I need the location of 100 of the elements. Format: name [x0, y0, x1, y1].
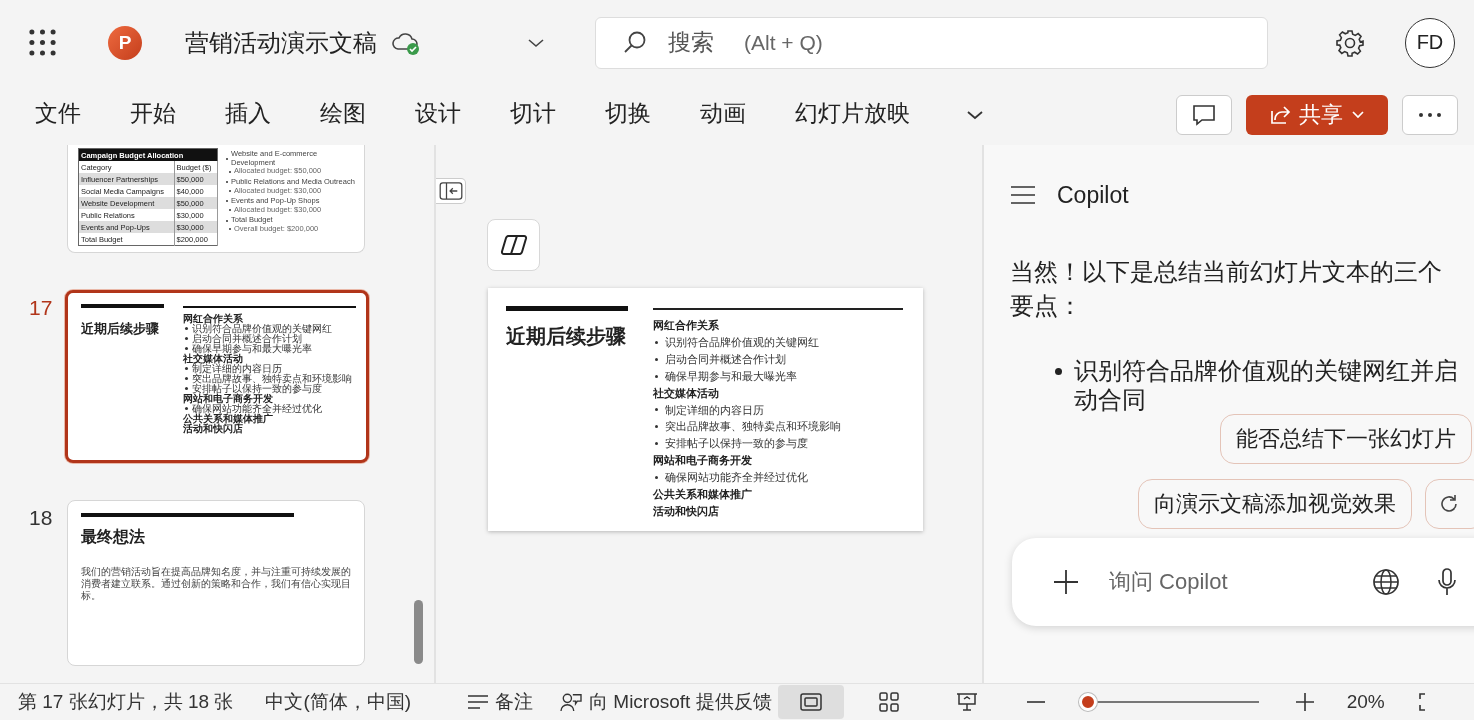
refresh-icon	[1438, 493, 1460, 515]
zoom-level[interactable]: 20%	[1346, 691, 1385, 713]
suggestion-chip[interactable]: 能否总结下一张幻灯片	[1220, 414, 1472, 464]
suggestion-chip[interactable]	[1425, 479, 1474, 529]
document-title[interactable]: 营销活动演示文稿	[185, 26, 377, 59]
slide-heading: 公共关系和媒体推广	[653, 487, 753, 503]
slide-heading: 社交媒体活动	[653, 385, 720, 401]
grid-view-icon	[877, 692, 900, 712]
app-launcher-icon[interactable]	[29, 29, 56, 56]
normal-view-icon	[799, 692, 822, 712]
slide-bullet: 识别符合品牌价值观的关键网红	[192, 323, 332, 334]
ribbon-tab[interactable]: 切换	[605, 95, 651, 135]
ribbon-tab[interactable]: 开始	[130, 95, 176, 135]
slide-heading: 网站和电子商务开发	[653, 453, 753, 469]
more-icon	[1418, 112, 1442, 118]
bullet-dot	[185, 337, 188, 340]
bullet-dot	[655, 425, 658, 429]
ribbon-tab[interactable]: 切计	[510, 95, 556, 135]
notes-button[interactable]: 备注	[495, 689, 534, 715]
chevron-down-icon[interactable]	[526, 36, 546, 49]
notes-icon[interactable]	[467, 692, 490, 712]
chevron-down-icon[interactable]	[965, 109, 985, 121]
ribbon-tab[interactable]: 绘图	[320, 95, 366, 135]
slide-bullet: 制定详细的内容日历	[192, 363, 282, 374]
collapse-pane-icon	[438, 182, 463, 200]
ribbon-tab[interactable]: 插入	[225, 95, 271, 135]
slide-position: 第 17 张幻灯片，共 18 张	[18, 690, 234, 714]
comment-button[interactable]	[1176, 95, 1232, 135]
slide-bullet: 安排帖子以保持一致的参与度	[192, 383, 322, 394]
search-bar[interactable]: 搜索 (Alt + Q)	[595, 16, 1268, 69]
comment-icon	[1191, 103, 1217, 127]
microphone-icon[interactable]	[1437, 568, 1457, 596]
slide-bullet: 突出品牌故事、独特卖点和环境影响	[192, 373, 352, 384]
search-field[interactable]: 搜索	[668, 29, 734, 56]
bullet-dot	[185, 347, 188, 350]
scrollbar-thumb[interactable]	[414, 600, 423, 664]
slide-paragraph: 我们的营销活动旨在提高品牌知名度，并与注重可持续发展的消费者建立联系。通过创新的策略和合作，我们有信心实现目标。	[81, 566, 351, 602]
chat-input[interactable]: 询问 Copilot	[1109, 569, 1309, 595]
slide-thumbnail[interactable]: 最终想法 我们的营销活动旨在提高品牌知名度，并与注重可持续发展的消费者建立联系。通过创新的策略和合作，我们有信心实现目标。	[67, 500, 365, 666]
slide-thumbnail[interactable]: 近期后续步骤 网红合作关系 识别符合品牌价值观的关键网红 启动合同并概述合作计划 确保早期参与和最大曝光率 社交媒体活动 制定详细的内容日历 突出品牌故事、独特卖点和环境影响 安排帖子以保持一致的参与度 网站和电子商务开发 确保网站功能齐全并经过优化 公共关系和媒体推广 活动和快闪店	[65, 290, 369, 463]
slide-bullet: 确保早期参与和最大曝光率	[665, 368, 797, 384]
slide-canvas[interactable]: 近期后续步骤 网红合作关系 识别符合品牌价值观的关键网红 启动合同并概述合作计划 确保早期参与和最大曝光率 社交媒体活动 制定详细的内容日历 突出品牌故事、独特卖点和环境影响 安排帖子以保持一致的参与度 网站和电子商务开发 确保网站功能齐全并经过优化 公共关系和媒体推广 活动和快闪店	[488, 288, 923, 531]
feedback-icon[interactable]	[559, 692, 584, 712]
slide-bullet: 突出品牌故事、独特卖点和环境影响	[665, 419, 841, 435]
ribbon-tab[interactable]: 设计	[415, 95, 461, 135]
slide-bullet: 启动合同并概述合作计划	[665, 351, 786, 367]
bullet-dot	[655, 357, 658, 361]
copilot-button[interactable]	[487, 219, 540, 271]
globe-icon[interactable]	[1372, 568, 1400, 596]
slide-title: 近期后续步骤	[81, 320, 160, 338]
suggestion-chip[interactable]: 向演示文稿添加视觉效果	[1138, 479, 1412, 529]
ribbon-tab[interactable]: 幻灯片放映	[795, 95, 910, 135]
shortcut-hint: (Alt + Q)	[744, 30, 823, 55]
menu-icon[interactable]	[1010, 185, 1036, 205]
settings-icon[interactable]	[1336, 28, 1364, 57]
slide-bullet: 安排帖子以保持一致的参与度	[665, 436, 808, 452]
slide-bullet: 确保网站功能齐全并经过优化	[665, 470, 808, 486]
chat-composer[interactable]: 询问 Copilot	[1012, 538, 1474, 626]
ribbon-tab[interactable]: 动画	[700, 95, 746, 135]
share-icon	[1269, 104, 1291, 126]
pane-title: Copilot	[1057, 181, 1129, 209]
bullet-dot	[185, 327, 188, 330]
presenter-view-icon	[955, 692, 978, 712]
slide-heading: 活动和快闪店	[653, 503, 720, 519]
add-icon[interactable]	[1053, 569, 1079, 595]
slide-title: 近期后续步骤	[506, 324, 627, 349]
slide-heading: 活动和快闪店	[183, 423, 243, 434]
bullet-dot	[655, 340, 658, 344]
language-button[interactable]: 中文(简体，中国)	[265, 689, 412, 715]
zoom-slider-thumb[interactable]	[1078, 693, 1097, 711]
slide-bullet: 确保早期参与和最大曝光率	[192, 343, 312, 354]
feedback-button[interactable]: 向 Microsoft 提供反馈	[589, 689, 772, 715]
bullet-dot	[185, 367, 188, 370]
view-button[interactable]	[777, 685, 844, 719]
caret-icon	[1351, 110, 1365, 120]
chat-bullet: 识别符合品牌价值观的关键网红并启动合同	[1074, 356, 1459, 414]
bullet-dot	[185, 377, 188, 380]
bullet-dot	[655, 374, 658, 378]
bullet-dot	[655, 476, 658, 480]
slide-bullet: 识别符合品牌价值观的关键网红	[665, 334, 819, 350]
slide-heading: 网站和电子商务开发	[183, 393, 273, 404]
slide-bullet: 确保网站功能齐全并经过优化	[192, 403, 322, 414]
bullet-dot	[1055, 368, 1062, 375]
slide-heading: 网红合作关系	[653, 318, 720, 333]
slide-bullet: 启动合同并概述合作计划	[192, 333, 302, 344]
share-button[interactable]: 共享	[1246, 95, 1388, 135]
slide-heading: 网红合作关系	[183, 313, 244, 324]
app-logo: P	[108, 25, 142, 60]
slide-number: 18	[28, 505, 54, 530]
slide-heading: 社交媒体活动	[183, 353, 243, 364]
bullet-dot	[655, 408, 658, 412]
slide-number: 17	[28, 295, 54, 320]
slide-thumbnail[interactable]	[67, 145, 365, 253]
ribbon-tab[interactable]: 文件	[35, 95, 81, 135]
zoom-in-icon[interactable]	[1294, 692, 1315, 712]
avatar[interactable]: FD	[1405, 17, 1455, 68]
bullet-dot	[185, 387, 188, 390]
chat-message: 当然！以下是总结当前幻灯片文本的三个要点：	[1010, 257, 1443, 321]
bullet-dot	[185, 407, 188, 410]
collapse-pane-button[interactable]	[436, 178, 466, 204]
